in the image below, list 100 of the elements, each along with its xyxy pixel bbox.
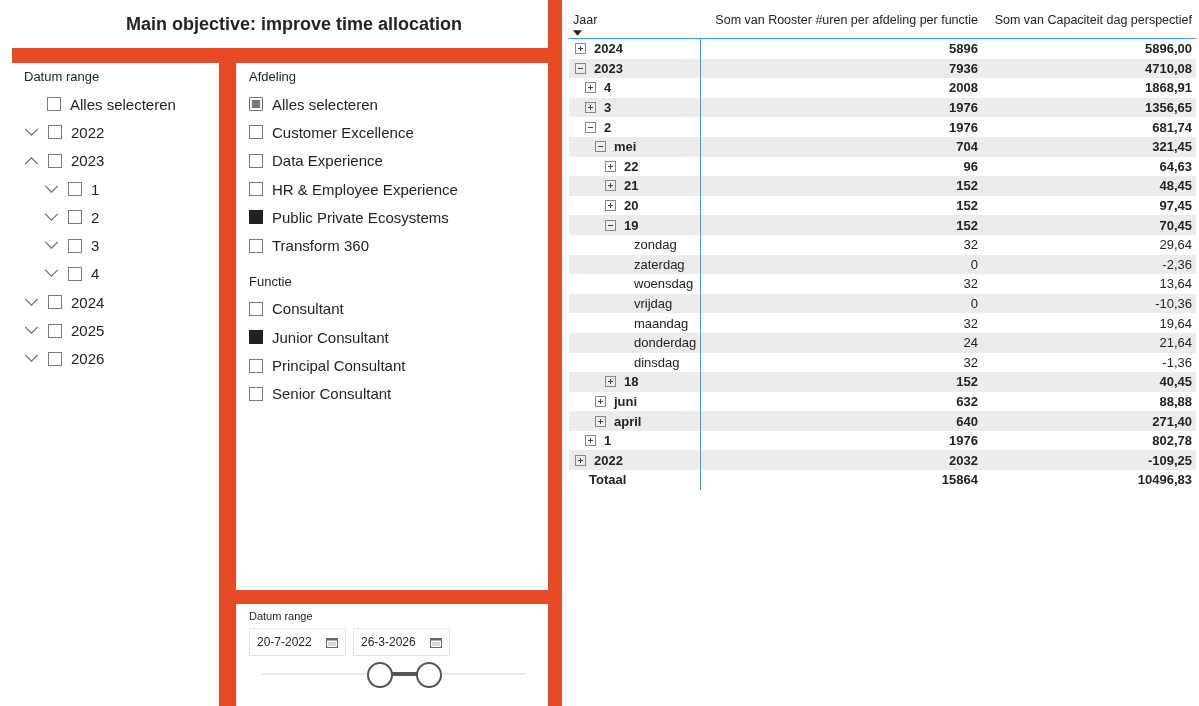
tree-option[interactable]: 2026: [24, 344, 105, 373]
checkbox[interactable]: [249, 153, 263, 168]
table-cell-text: -109,25: [1146, 451, 1193, 470]
chevron-down-icon[interactable]: [24, 127, 39, 137]
column-header[interactable]: Jaar: [573, 13, 598, 27]
table-cell-text: 21,64: [1158, 334, 1193, 353]
checkbox[interactable]: [249, 330, 263, 345]
expand-icon[interactable]: [585, 102, 596, 114]
table-cell-text: 0: [969, 255, 979, 274]
collapse-icon[interactable]: [595, 141, 606, 153]
checkbox[interactable]: [249, 125, 263, 140]
expand-icon[interactable]: [595, 396, 606, 407]
chevron-down-icon[interactable]: [24, 297, 39, 307]
chevron-down-icon[interactable]: [24, 326, 39, 335]
table-cell-text: 152: [955, 216, 979, 235]
table-cell-text: 97,45: [1158, 197, 1193, 216]
checkbox[interactable]: [249, 301, 263, 316]
slider-handle[interactable]: [416, 662, 442, 688]
filter-option[interactable]: Data Experience: [249, 146, 383, 175]
report-title: Main objective: improve time allocation: [0, 0, 548, 48]
chevron-down-icon[interactable]: [44, 184, 59, 194]
column-header[interactable]: Som van Rooster #uren per afdeling per functie: [701, 8, 982, 38]
date-field[interactable]: 26-3-2026: [353, 628, 450, 656]
expand-icon[interactable]: [605, 160, 616, 172]
checkbox[interactable]: [48, 295, 62, 310]
tree-option[interactable]: 4: [24, 259, 100, 289]
chevron-down-icon[interactable]: [44, 241, 59, 251]
table-cell-text: 5896,00: [1144, 40, 1193, 59]
calendar-icon[interactable]: [430, 636, 442, 648]
checkbox[interactable]: [249, 358, 263, 373]
checkbox[interactable]: [68, 238, 82, 253]
expand-icon[interactable]: [575, 43, 586, 55]
tree-option[interactable]: 2023: [24, 146, 105, 175]
calendar-icon[interactable]: [326, 636, 338, 648]
expand-icon[interactable]: [605, 200, 616, 212]
chevron-up-icon[interactable]: [24, 156, 39, 166]
filter-option[interactable]: Transform 360: [249, 231, 369, 260]
tree-option[interactable]: 3: [24, 231, 100, 260]
expand-icon[interactable]: [605, 376, 616, 388]
checkbox[interactable]: [48, 153, 62, 168]
filter-option[interactable]: Customer Excellence: [249, 118, 414, 147]
table-cell-text: 1976: [948, 99, 979, 118]
table-cell-text: 1356,65: [1144, 99, 1193, 118]
checkbox[interactable]: [47, 97, 61, 112]
table-cell-text: 152: [955, 373, 979, 392]
slider-handle[interactable]: [367, 662, 394, 688]
expand-icon[interactable]: [575, 454, 586, 466]
checkbox[interactable]: [249, 97, 263, 112]
checkbox[interactable]: [48, 125, 62, 140]
table-cell-text: -1,36: [1161, 353, 1193, 372]
expand-icon[interactable]: [605, 180, 616, 192]
filter-option[interactable]: HR & Employee Experience: [249, 174, 458, 204]
tree-option[interactable]: 2025: [24, 316, 105, 345]
row-label: zaterdag: [634, 256, 685, 272]
table-cell-text: 2008: [948, 79, 979, 98]
checkbox[interactable]: [48, 323, 62, 338]
table-cell-text: 70,45: [1158, 216, 1193, 235]
row-label: april: [614, 413, 642, 429]
table-cell-text: 10496,83: [1136, 471, 1193, 490]
filter-option[interactable]: Consultant: [249, 294, 344, 324]
checkbox[interactable]: [249, 386, 263, 401]
expand-icon[interactable]: [585, 82, 596, 94]
chevron-down-icon[interactable]: [44, 212, 59, 222]
slicer-title: Functie: [249, 273, 293, 290]
column-header[interactable]: Som van Capaciteit dag perspectief: [982, 8, 1196, 38]
chevron-down-icon[interactable]: [44, 269, 59, 279]
tree-option[interactable]: 2024: [24, 288, 105, 317]
table-cell-text: 0: [969, 295, 979, 313]
filter-option[interactable]: Principal Consultant: [249, 351, 406, 380]
collapse-icon[interactable]: [575, 62, 586, 74]
sort-down-icon[interactable]: [573, 30, 582, 36]
table-cell-text: 271,40: [1151, 412, 1193, 431]
checkbox[interactable]: [68, 182, 82, 197]
filter-option[interactable]: Alles selecteren: [249, 90, 378, 119]
filter-option[interactable]: Junior Consultant: [249, 323, 389, 352]
row-label: 21: [624, 178, 639, 194]
checkbox[interactable]: [249, 238, 263, 253]
checkbox[interactable]: [68, 266, 82, 281]
table-cell-text: 1976: [948, 118, 979, 137]
collapse-icon[interactable]: [605, 219, 616, 231]
expand-icon[interactable]: [585, 435, 596, 447]
date-field[interactable]: 20-7-2022: [249, 628, 346, 656]
chevron-down-icon[interactable]: [24, 354, 39, 364]
filter-option[interactable]: Senior Consultant: [249, 379, 392, 408]
select-all-option[interactable]: Alles selecteren: [24, 90, 176, 119]
row-label: 2023: [594, 60, 623, 76]
checkbox[interactable]: [48, 351, 62, 366]
checkbox[interactable]: [68, 210, 82, 225]
collapse-icon[interactable]: [585, 121, 596, 133]
filter-option[interactable]: Public Private Ecosystems: [249, 203, 449, 232]
table-cell-text: 802,78: [1151, 432, 1193, 451]
tree-option[interactable]: 2: [24, 203, 100, 232]
row-label: 2022: [594, 452, 623, 468]
table-cell-text: 32: [962, 236, 979, 255]
tree-option[interactable]: 2022: [24, 118, 105, 147]
expand-icon[interactable]: [595, 415, 606, 427]
tree-option[interactable]: 1: [24, 174, 100, 204]
checkbox[interactable]: [249, 210, 263, 225]
checkbox[interactable]: [249, 182, 263, 197]
table-cell-text: 88,88: [1158, 393, 1193, 411]
